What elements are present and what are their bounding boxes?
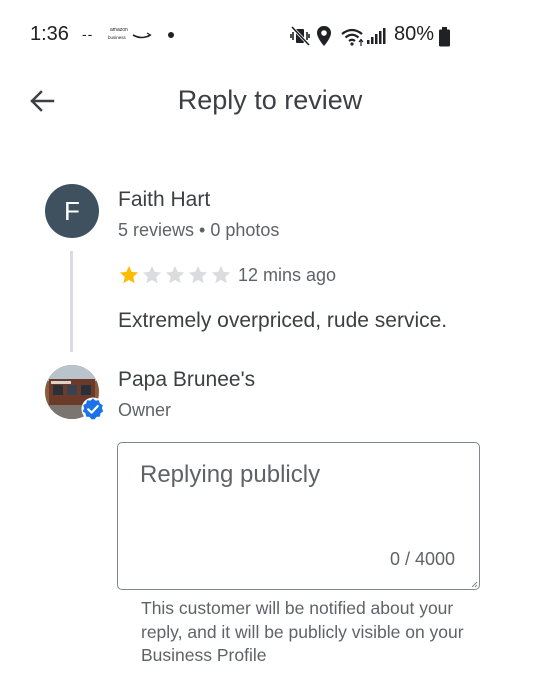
signal-icon [367,28,386,44]
owner-name: Papa Brunee's [118,368,256,391]
star-empty-icon [188,265,208,284]
amazon-logo-text: amazon [110,27,128,33]
star-empty-icon [165,265,185,284]
amazon-logo-subtext: business [108,35,126,40]
status-dashes: -- [82,26,94,42]
star-empty-icon [142,265,162,284]
location-icon [317,26,331,46]
status-bar: 1:36 -- amazon business 80% [0,0,540,70]
reviewer-name[interactable]: Faith Hart [118,188,210,212]
star-filled-icon [119,265,139,284]
reply-textbox[interactable]: 0 / 4000 [117,442,480,590]
resize-handle-icon[interactable] [470,580,478,588]
owner-role: Owner [118,400,172,420]
reply-input[interactable] [140,461,460,489]
page-title: Reply to review [177,85,363,115]
wifi-icon [341,28,364,46]
star-empty-icon [211,265,231,284]
mute-vibrate-icon [290,26,311,46]
battery-icon [439,27,450,47]
review-text: Extremely overpriced, rude service. [118,309,448,332]
star-rating [118,264,233,286]
review-time: 12 mins ago [238,265,337,285]
status-time: 1:36 [30,23,69,45]
app-header: Reply to review [0,70,540,132]
char-counter: 0 / 4000 [389,549,455,569]
reviewer-avatar[interactable]: F [45,184,99,238]
reply-notice: This customer will be notified about you… [141,598,464,665]
verified-badge-icon [81,397,105,421]
thread-connector-line [70,251,73,352]
amazon-business-notification-icon: amazon business [106,27,154,45]
reviewer-meta: 5 reviews • 0 photos [118,220,280,240]
notification-dot [168,32,174,38]
battery-percent: 80% [394,23,435,45]
